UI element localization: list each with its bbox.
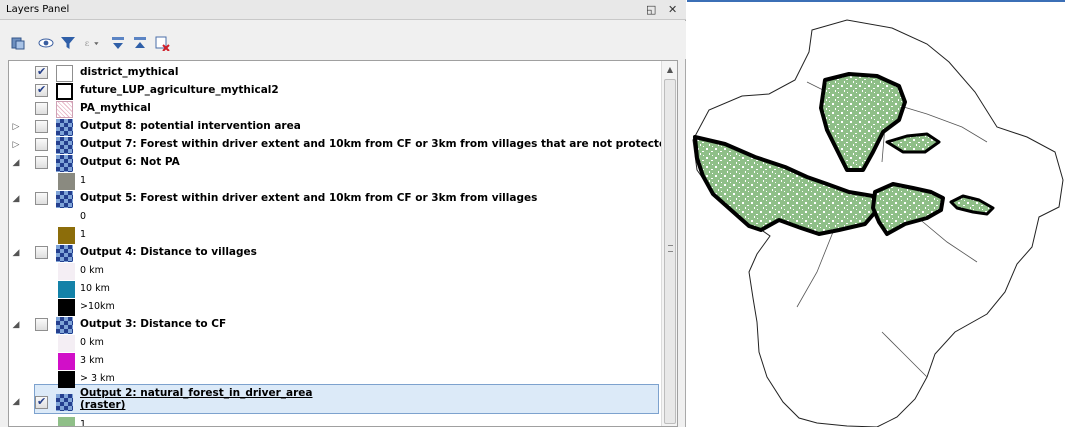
layer-checkbox[interactable] [35,318,48,331]
layer-label: Output 5: Forest within driver extent an… [80,192,538,204]
filter-expression-icon[interactable]: ε [84,35,100,51]
legend-label: 3 km [80,355,104,366]
raster-layer-icon [56,119,73,136]
layer-label: district_mythical [80,66,179,78]
restore-icon[interactable]: ◱ [646,3,656,16]
legend-swatch [58,263,75,280]
layer-label: Output 7: Forest within driver extent an… [80,138,674,150]
legend-swatch [58,371,75,388]
panel-title: Layers Panel [6,4,70,15]
filter-legend-icon[interactable] [60,35,76,51]
layer-checkbox[interactable] [35,246,48,259]
outline-symbol [56,83,73,100]
legend-label: > 3 km [80,373,115,384]
layer-row-output4[interactable]: ◢ Output 4: Distance to villages [9,244,659,262]
legend-item: 1 [9,172,659,190]
layers-panel: Layers Panel ◱ ✕ ε district_mythical [0,0,686,427]
layer-checkbox[interactable] [35,83,48,97]
layer-checkbox[interactable] [35,395,48,409]
layer-row-output7[interactable]: ▷ Output 7: Forest within driver extent … [9,136,674,154]
layer-label-line2: (raster) [80,399,126,411]
map-canvas[interactable] [687,0,1065,427]
legend-label: 1 [80,419,87,427]
collapse-arrow-icon[interactable]: ◢ [11,247,21,259]
raster-layer-icon [56,245,73,262]
layer-checkbox[interactable] [35,120,48,133]
legend-item: 0 km [9,262,659,280]
legend-swatch [58,227,75,244]
layer-tree: district_mythical future_LUP_agriculture… [8,60,678,427]
raster-layer-icon [56,394,73,411]
legend-item: 0 km [9,334,659,352]
collapse-all-icon[interactable] [132,35,148,51]
layer-checkbox[interactable] [35,65,48,79]
raster-layer-icon [56,155,73,172]
qgis-window: Layers Panel ◱ ✕ ε district_mythical [0,0,1065,427]
layer-row-district[interactable]: district_mythical [9,64,659,82]
legend-item: 1 [9,226,659,244]
legend-item: > 3 km [9,370,659,388]
scroll-up-icon[interactable]: ▲ [662,61,677,78]
layer-row-output3[interactable]: ◢ Output 3: Distance to CF [9,316,659,334]
polygon-symbol [56,65,73,82]
expand-arrow-icon[interactable]: ▷ [11,121,21,133]
vertical-scrollbar[interactable]: ▲ [661,61,677,426]
layer-row-output2[interactable]: ◢ Output 2: natural_forest_in_driver_are… [9,387,659,416]
expand-all-icon[interactable] [110,35,126,51]
scroll-thumb[interactable] [664,79,676,424]
layer-row-output8[interactable]: ▷ Output 8: potential intervention area [9,118,659,136]
legend-item: >10km [9,298,659,316]
expand-arrow-icon[interactable]: ▷ [11,139,21,151]
layer-checkbox[interactable] [35,156,48,169]
close-icon[interactable]: ✕ [668,3,677,16]
legend-label: 1 [80,229,87,240]
layer-row-future-lup[interactable]: future_LUP_agriculture_mythical2 [9,82,659,100]
legend-swatch [58,209,75,226]
legend-item: 1 [9,416,659,427]
legend-swatch [58,299,75,316]
map-rendering [692,19,1064,427]
manage-visibility-icon[interactable] [38,35,54,51]
add-group-icon[interactable] [10,35,26,51]
layer-label: Output 4: Distance to villages [80,246,257,258]
legend-label: 1 [80,175,87,186]
collapse-arrow-icon[interactable]: ◢ [11,396,21,408]
legend-item: 10 km [9,280,659,298]
legend-label: 10 km [80,283,110,294]
layer-label: Output 6: Not PA [80,156,180,168]
legend-label: 0 km [80,265,104,276]
layer-label: PA_mythical [80,102,151,114]
raster-layer-icon [56,137,73,154]
remove-layer-icon[interactable] [154,35,170,51]
layer-row-output5[interactable]: ◢ Output 5: Forest within driver extent … [9,190,659,208]
layer-row-output6[interactable]: ◢ Output 6: Not PA [9,154,659,172]
legend-swatch [58,281,75,298]
layer-label: Output 2: natural_forest_in_driver_area [80,387,313,399]
layer-checkbox[interactable] [35,138,48,151]
legend-label: 0 [80,211,87,222]
legend-item: 0 [9,208,659,226]
layer-label: Output 3: Distance to CF [80,318,227,330]
layer-label: future_LUP_agriculture_mythical2 [80,84,279,96]
layer-row-pa[interactable]: PA_mythical [9,100,659,118]
collapse-arrow-icon[interactable]: ◢ [11,193,21,205]
svg-text:ε: ε [85,39,90,49]
layer-checkbox[interactable] [35,192,48,205]
panel-titlebar: Layers Panel ◱ ✕ [0,0,686,20]
legend-item: 3 km [9,352,659,370]
layer-label: Output 8: potential intervention area [80,120,301,132]
collapse-arrow-icon[interactable]: ◢ [11,319,21,331]
raster-layer-icon [56,317,73,334]
raster-layer-icon [56,191,73,208]
legend-swatch [58,353,75,370]
layer-checkbox[interactable] [35,102,48,115]
legend-label: 0 km [80,337,104,348]
legend-label: >10km [80,301,115,312]
layers-toolbar: ε [0,21,686,59]
hatch-symbol [56,101,73,118]
legend-swatch [58,173,75,190]
legend-swatch [58,335,75,352]
legend-swatch [58,417,75,426]
collapse-arrow-icon[interactable]: ◢ [11,157,21,169]
